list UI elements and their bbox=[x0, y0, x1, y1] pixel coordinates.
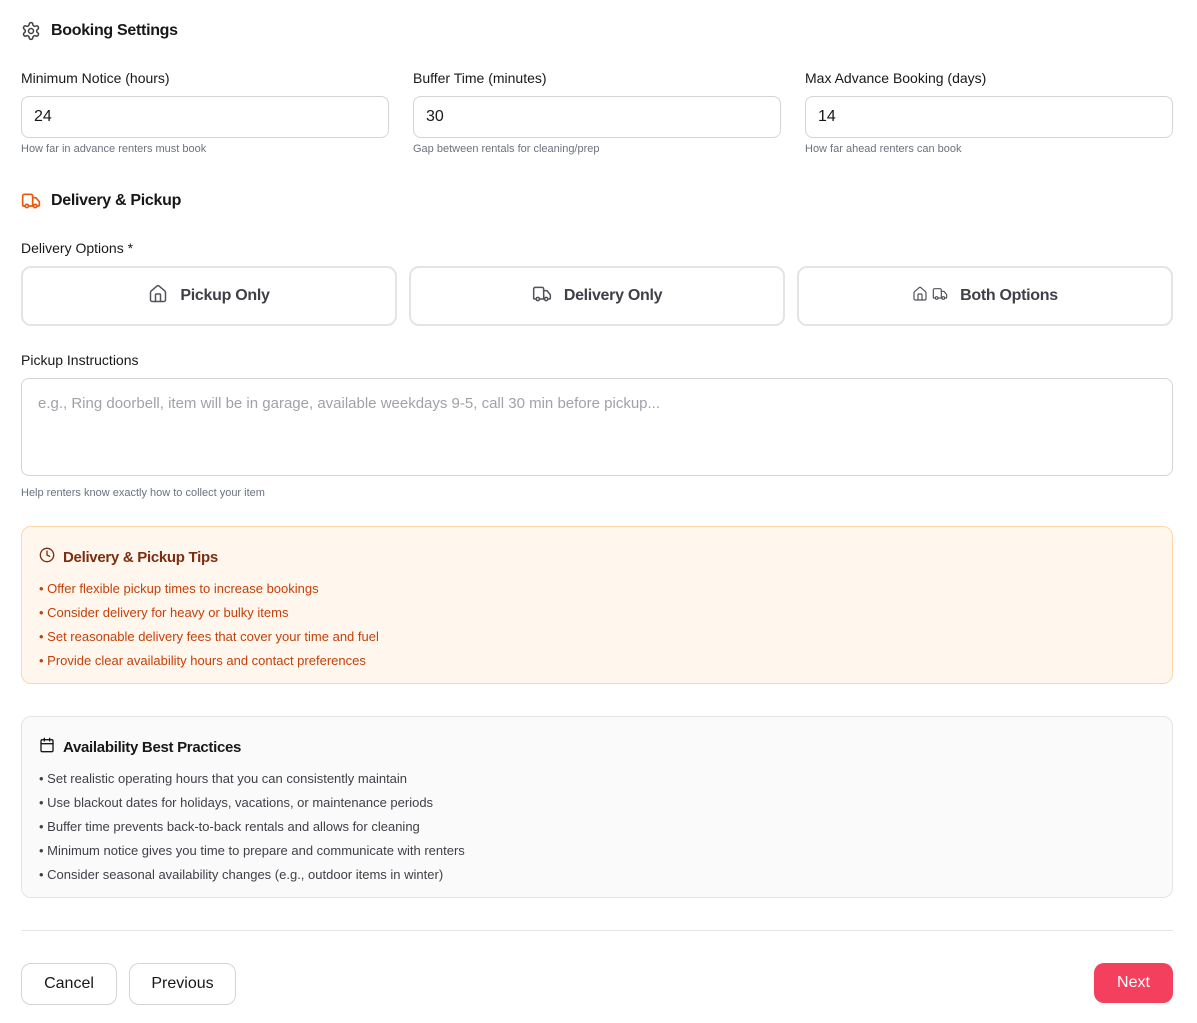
delivery-tips-box: Delivery & Pickup Tips • Offer flexible … bbox=[21, 526, 1173, 684]
truck-icon bbox=[932, 286, 948, 307]
pickup-instructions-textarea[interactable] bbox=[21, 378, 1173, 476]
list-item: • Consider delivery for heavy or bulky i… bbox=[39, 605, 289, 620]
max-advance-input[interactable] bbox=[805, 96, 1173, 138]
tips-title: Delivery & Pickup Tips bbox=[63, 549, 218, 566]
pickup-instructions-hint: Help renters know exactly how to collect… bbox=[21, 487, 265, 499]
option-label: Pickup Only bbox=[180, 287, 270, 304]
delivery-options-label: Delivery Options * bbox=[21, 240, 134, 256]
option-label: Both Options bbox=[960, 287, 1058, 304]
cancel-button[interactable]: Cancel bbox=[21, 963, 117, 1005]
minimum-notice-hint: How far in advance renters must book bbox=[21, 143, 207, 155]
truck-icon bbox=[532, 284, 552, 309]
option-label: Delivery Only bbox=[563, 287, 663, 304]
option-icons bbox=[912, 286, 948, 307]
list-item: • Provide clear availability hours and c… bbox=[39, 653, 366, 668]
delivery-only-option[interactable]: Delivery Only bbox=[409, 266, 785, 326]
list-item: • Minimum notice gives you time to prepa… bbox=[39, 843, 465, 858]
max-advance-hint: How far ahead renters can book bbox=[805, 143, 962, 155]
best-practices-title: Availability Best Practices bbox=[63, 739, 242, 756]
truck-icon bbox=[21, 191, 41, 211]
best-practices-list: • Set realistic operating hours that you… bbox=[39, 767, 465, 887]
next-button[interactable]: Next bbox=[1094, 963, 1173, 1003]
booking-settings-header: Booking Settings bbox=[21, 21, 178, 41]
list-item: • Buffer time prevents back-to-back rent… bbox=[39, 819, 420, 834]
previous-button[interactable]: Previous bbox=[129, 963, 236, 1005]
minimum-notice-label: Minimum Notice (hours) bbox=[21, 70, 170, 86]
buffer-time-label: Buffer Time (minutes) bbox=[413, 70, 547, 86]
both-options-option[interactable]: Both Options bbox=[797, 266, 1173, 326]
list-item: • Set reasonable delivery fees that cove… bbox=[39, 629, 379, 644]
best-practices-header: Availability Best Practices bbox=[39, 737, 241, 758]
minimum-notice-input[interactable] bbox=[21, 96, 389, 138]
delivery-pickup-header: Delivery & Pickup bbox=[21, 191, 181, 211]
best-practices-box: Availability Best Practices • Set realis… bbox=[21, 716, 1173, 898]
calendar-icon bbox=[39, 737, 55, 758]
buffer-time-hint: Gap between rentals for cleaning/prep bbox=[413, 143, 600, 155]
pickup-instructions-label: Pickup Instructions bbox=[21, 352, 139, 368]
buffer-time-input[interactable] bbox=[413, 96, 781, 138]
section-title: Delivery & Pickup bbox=[51, 192, 182, 209]
pickup-only-option[interactable]: Pickup Only bbox=[21, 266, 397, 326]
max-advance-label: Max Advance Booking (days) bbox=[805, 70, 987, 86]
tips-list: • Offer flexible pickup times to increas… bbox=[39, 577, 379, 673]
list-item: • Use blackout dates for holidays, vacat… bbox=[39, 795, 434, 810]
list-item: • Set realistic operating hours that you… bbox=[39, 771, 408, 786]
home-icon bbox=[148, 284, 168, 309]
home-icon bbox=[912, 286, 928, 307]
gear-icon bbox=[21, 21, 41, 41]
clock-icon bbox=[39, 547, 55, 568]
list-item: • Consider seasonal availability changes… bbox=[39, 867, 444, 882]
tips-header: Delivery & Pickup Tips bbox=[39, 547, 218, 568]
footer-divider bbox=[21, 930, 1173, 931]
section-title: Booking Settings bbox=[51, 22, 178, 39]
list-item: • Offer flexible pickup times to increas… bbox=[39, 581, 319, 596]
